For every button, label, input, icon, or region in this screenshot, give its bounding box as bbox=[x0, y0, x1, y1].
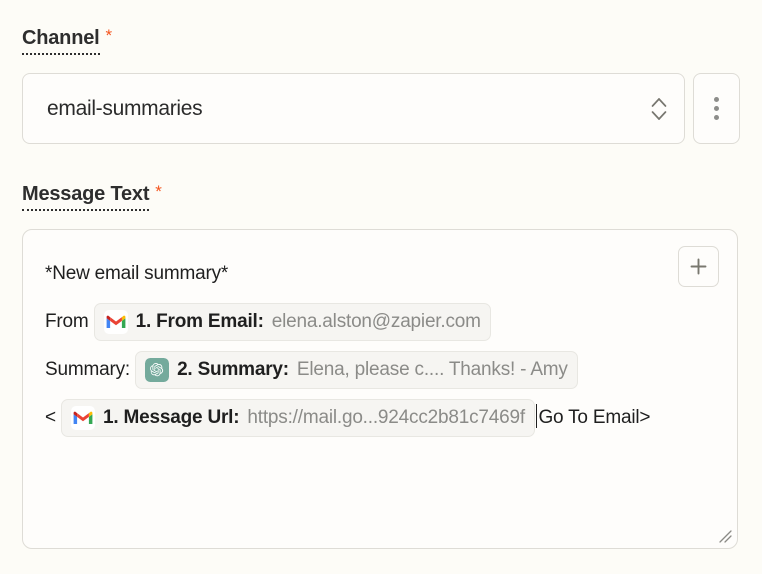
message-text-editor[interactable]: *New email summary* From 1. From Email: … bbox=[22, 229, 738, 549]
channel-overflow-menu-button[interactable] bbox=[693, 73, 740, 144]
gmail-icon bbox=[103, 309, 128, 334]
token-from-email-label: 1. From Email: bbox=[135, 310, 264, 332]
message-from-prefix: From bbox=[45, 311, 94, 332]
gmail-icon bbox=[71, 405, 95, 430]
kebab-menu-icon-dot2 bbox=[714, 106, 719, 111]
channel-field-group: Channel * email-summaries bbox=[22, 26, 740, 144]
channel-select[interactable]: email-summaries bbox=[22, 73, 685, 144]
message-text-label: Message Text bbox=[22, 182, 149, 211]
token-message-url-label: 1. Message Url: bbox=[103, 406, 240, 428]
openai-icon bbox=[145, 357, 170, 382]
message-text-field-group: Message Text * *New email summary* From bbox=[22, 182, 740, 549]
message-text-label-row: Message Text * bbox=[22, 182, 740, 211]
token-summary-value: Elena, please c.... Thanks! - Amy bbox=[296, 358, 568, 380]
message-url-open-bracket: < bbox=[45, 407, 56, 428]
token-summary-label: 2. Summary: bbox=[177, 358, 289, 380]
zap-action-field-form: Channel * email-summaries Message Text *… bbox=[0, 0, 762, 574]
kebab-menu-icon bbox=[714, 97, 719, 102]
channel-selected-value: email-summaries bbox=[47, 96, 203, 120]
token-message-url-value: https://mail.go...924cc2b81c7469f bbox=[247, 406, 525, 428]
kebab-menu-icon-dot3 bbox=[714, 115, 719, 120]
plus-icon bbox=[690, 258, 707, 275]
message-text-content: *New email summary* From 1. From Email: … bbox=[45, 250, 715, 442]
chevron-up-down-icon bbox=[651, 97, 667, 120]
token-summary[interactable]: 2. Summary: Elena, please c.... Thanks! … bbox=[135, 350, 578, 389]
resize-grip-icon[interactable] bbox=[716, 527, 732, 543]
message-summary-prefix: Summary: bbox=[45, 359, 130, 380]
channel-controls: email-summaries bbox=[22, 73, 740, 144]
add-field-button[interactable] bbox=[678, 246, 719, 287]
token-from-email[interactable]: 1. From Email: elena.alston@zapier.com bbox=[93, 302, 491, 341]
token-from-email-value: elena.alston@zapier.com bbox=[271, 310, 481, 332]
channel-label: Channel bbox=[22, 26, 100, 55]
token-message-url[interactable]: 1. Message Url: https://mail.go...924cc2… bbox=[61, 398, 535, 437]
message-caret-group: Go To Email> bbox=[535, 404, 651, 428]
message-line-heading: *New email summary* bbox=[45, 263, 229, 284]
channel-label-row: Channel * bbox=[22, 26, 740, 55]
channel-required-asterisk: * bbox=[105, 26, 113, 45]
message-link-text: Go To Email> bbox=[538, 407, 651, 428]
message-text-required-asterisk: * bbox=[155, 182, 162, 201]
